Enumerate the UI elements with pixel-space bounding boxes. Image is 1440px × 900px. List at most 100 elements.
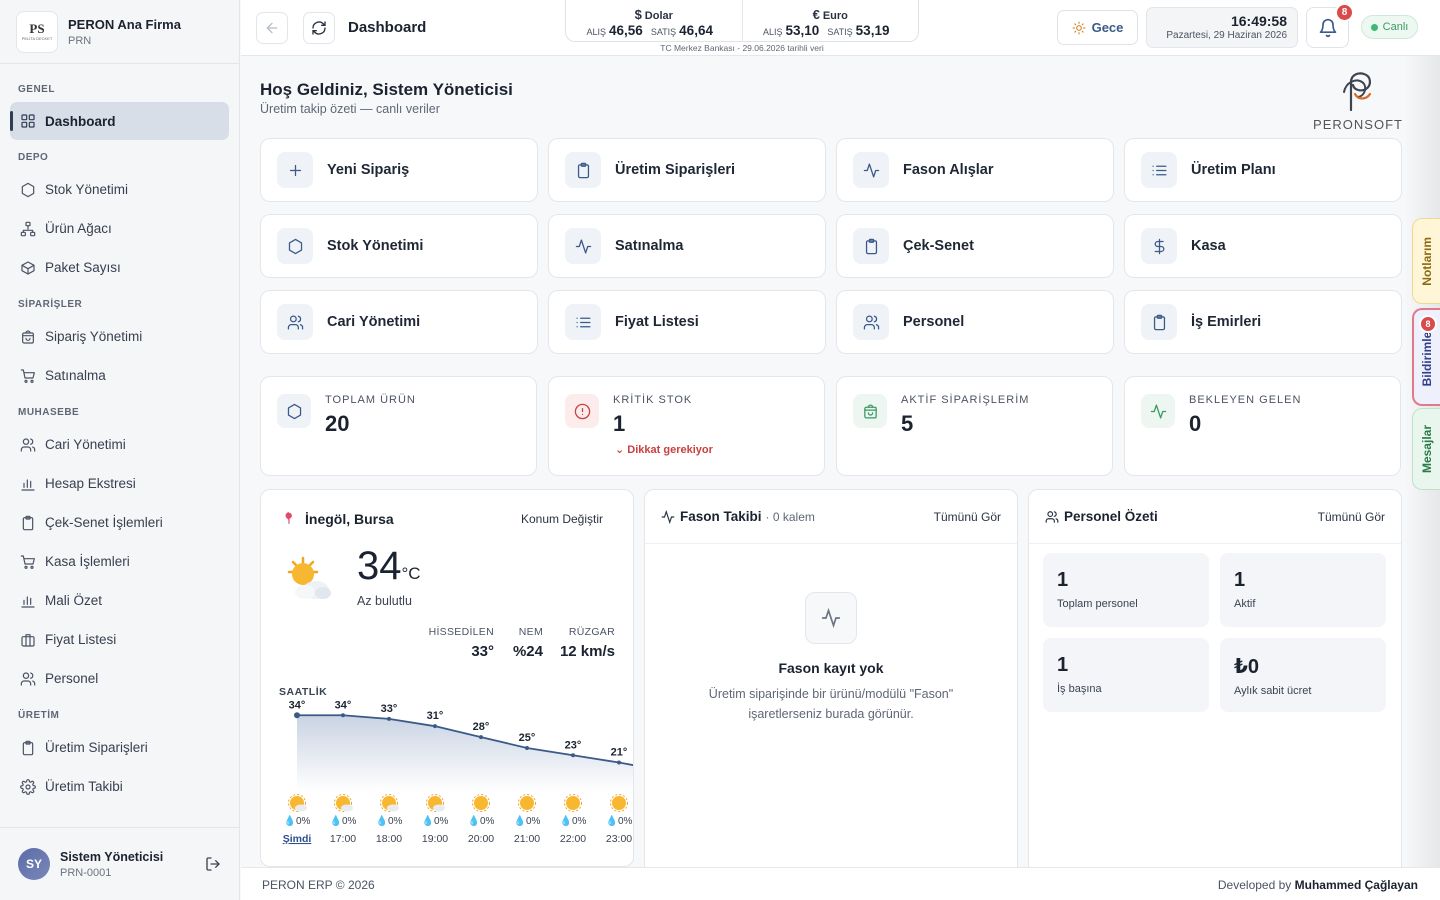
hourly-time-label: 20:00 (468, 833, 494, 845)
hourly-rain-label: 💧0% (330, 814, 357, 827)
quick-action-üretim-planı[interactable]: Üretim Planı (1124, 138, 1402, 202)
change-location-button[interactable]: Konum Değiştir (521, 512, 603, 526)
hexagon-icon (21, 182, 35, 197)
logout-icon[interactable] (205, 856, 221, 872)
sun-icon (564, 794, 582, 812)
hourly-time-label: 22:00 (560, 833, 586, 845)
refresh-icon (312, 21, 326, 35)
hourly-time-label: Şimdi (283, 833, 312, 845)
sidebar-item-personel[interactable]: Personel (0, 659, 239, 698)
notifications-tab[interactable]: Bildirimler 8 (1412, 308, 1440, 406)
personel-stat: 1 Toplam personel (1043, 553, 1209, 627)
stat-card[interactable]: TOPLAM ÜRÜN 20 (260, 376, 537, 476)
partly-cloudy-icon (334, 794, 353, 812)
activity-icon (575, 238, 591, 254)
quick-action-fason-alışlar[interactable]: Fason Alışlar (836, 138, 1114, 202)
hourly-temp-label: 34° (335, 700, 352, 711)
personel-stat: 1 Aktif (1220, 553, 1386, 627)
quick-action-yeni-sipariş[interactable]: Yeni Sipariş (260, 138, 538, 202)
messages-tab[interactable]: Mesajlar (1412, 408, 1440, 490)
sidebar-item-paket-sayısı[interactable]: Paket Sayısı (0, 248, 239, 287)
stat-icon-box (565, 394, 599, 428)
briefcase-icon (21, 633, 35, 647)
quick-action-satınalma[interactable]: Satınalma (548, 214, 826, 278)
sidebar-item-sipariş-yönetimi[interactable]: Sipariş Yönetimi (0, 317, 239, 356)
quick-action-stok-yönetimi[interactable]: Stok Yönetimi (260, 214, 538, 278)
sidebar-item-satınalma[interactable]: Satınalma (0, 356, 239, 395)
sidebar: PS PELİTA DECKET PERON Ana Firma PRN GEN… (0, 0, 240, 900)
sidebar-item-üretim-takibi[interactable]: Üretim Takibi (0, 767, 239, 806)
sidebar-item-dashboard[interactable]: Dashboard (10, 102, 229, 140)
sidebar-item-ürün-ağacı[interactable]: Ürün Ağacı (0, 209, 239, 248)
hourly-rain-label: 💧0% (606, 814, 633, 827)
sidebar-item-stok-yönetimi[interactable]: Stok Yönetimi (0, 170, 239, 209)
user-name: Sistem Yöneticisi (60, 849, 164, 864)
hourly-temp-label: 25° (519, 732, 536, 744)
sidebar-item-label: Hesap Ekstresi (45, 476, 136, 491)
notes-tab[interactable]: Notlarım (1412, 218, 1440, 304)
stat-card[interactable]: KRİTİK STOK 1 ⌄ Dikkat gerekiyor (548, 376, 825, 476)
users-icon (1045, 510, 1059, 523)
hourly-point (571, 753, 575, 758)
footer-credit: Developed by Muhammed Çağlayan (1217, 878, 1418, 892)
fason-view-all-link[interactable]: Tümünü Gör (934, 510, 1001, 524)
users-icon (863, 314, 879, 330)
activity-icon (661, 509, 675, 524)
quick-action-kasa[interactable]: Kasa (1124, 214, 1402, 278)
user-code: PRN-0001 (60, 866, 112, 879)
hourly-point (617, 760, 621, 765)
quick-action-icon-box (1141, 228, 1177, 264)
chevron-down-icon: ⌄ (615, 444, 625, 456)
quick-action-çek-senet[interactable]: Çek-Senet (836, 214, 1114, 278)
page-title: Dashboard (348, 19, 427, 36)
hourly-rain-label: 💧0% (376, 814, 403, 827)
quick-action-icon-box (277, 228, 313, 264)
plus-icon (289, 164, 301, 176)
users-icon (20, 437, 36, 452)
hourly-point (525, 746, 529, 750)
weather-card: İnegöl, Bursa Konum Değiştir 34°C Az bul… (260, 489, 634, 867)
sidebar-item-kasa-i-şlemleri[interactable]: Kasa İşlemleri (0, 542, 239, 581)
quick-action-üretim-siparişleri[interactable]: Üretim Siparişleri (548, 138, 826, 202)
sidebar-item-cari-yönetimi[interactable]: Cari Yönetimi (0, 425, 239, 464)
brand[interactable]: PS PELİTA DECKET PERON Ana Firma PRN (0, 0, 239, 64)
stat-card[interactable]: AKTİF SİPARİŞLERİM 5 (836, 376, 1113, 476)
sidebar-item-çek-senet-i-şlemleri[interactable]: Çek-Senet İşlemleri (0, 503, 239, 542)
refresh-button[interactable] (303, 12, 335, 44)
sidebar-item-fiyat-listesi[interactable]: Fiyat Listesi (0, 620, 239, 659)
stat-card[interactable]: BEKLEYEN GELEN 0 (1124, 376, 1401, 476)
clipboard-icon (22, 515, 34, 530)
weather-detail: HİSSEDİLEN 33° (428, 626, 494, 660)
sidebar-item-label: Cari Yönetimi (45, 437, 126, 452)
nav-section-label: SİPARİŞLER (18, 299, 83, 310)
personel-stat: 1 İş başına (1043, 638, 1209, 712)
usd-rate: $ Dolar ALIŞ 46,56 SATIŞ 46,64 (586, 7, 713, 38)
quick-action-icon-box (565, 228, 601, 264)
quick-action-icon-box (565, 152, 601, 188)
quick-action-i-ş-emirleri[interactable]: İş Emirleri (1124, 290, 1402, 354)
sidebar-item-label: Çek-Senet İşlemleri (45, 515, 163, 530)
cart-icon (20, 368, 35, 383)
list-icon (1151, 165, 1167, 175)
back-button[interactable] (256, 12, 288, 44)
clipboard-icon (577, 162, 589, 178)
sidebar-item-label: Paket Sayısı (45, 260, 121, 275)
notifications-button[interactable]: 8 (1306, 3, 1354, 48)
sidebar-item-hesap-ekstresi[interactable]: Hesap Ekstresi (0, 464, 239, 503)
quick-action-fiyat-listesi[interactable]: Fiyat Listesi (548, 290, 826, 354)
quick-action-personel[interactable]: Personel (836, 290, 1114, 354)
hourly-rain-label: 💧0% (514, 814, 541, 827)
hourly-label: SAATLİK (279, 686, 328, 698)
sidebar-item-üretim-siparişleri[interactable]: Üretim Siparişleri (0, 728, 239, 767)
clock-time: 16:49:58 (1230, 13, 1287, 29)
theme-toggle-button[interactable]: Gece (1057, 10, 1138, 45)
nav-section-label: ÜRETİM (18, 710, 60, 721)
hourly-rain-label: 💧0% (560, 814, 587, 827)
sidebar-item-label: Satınalma (45, 368, 106, 383)
personel-view-all-link[interactable]: Tümünü Gör (1318, 510, 1385, 524)
bag-icon (863, 404, 877, 419)
hourly-temp-label: 21° (611, 747, 628, 759)
quick-action-cari-yönetimi[interactable]: Cari Yönetimi (260, 290, 538, 354)
avatar[interactable]: SY (18, 848, 50, 880)
sidebar-item-mali-özet[interactable]: Mali Özet (0, 581, 239, 620)
